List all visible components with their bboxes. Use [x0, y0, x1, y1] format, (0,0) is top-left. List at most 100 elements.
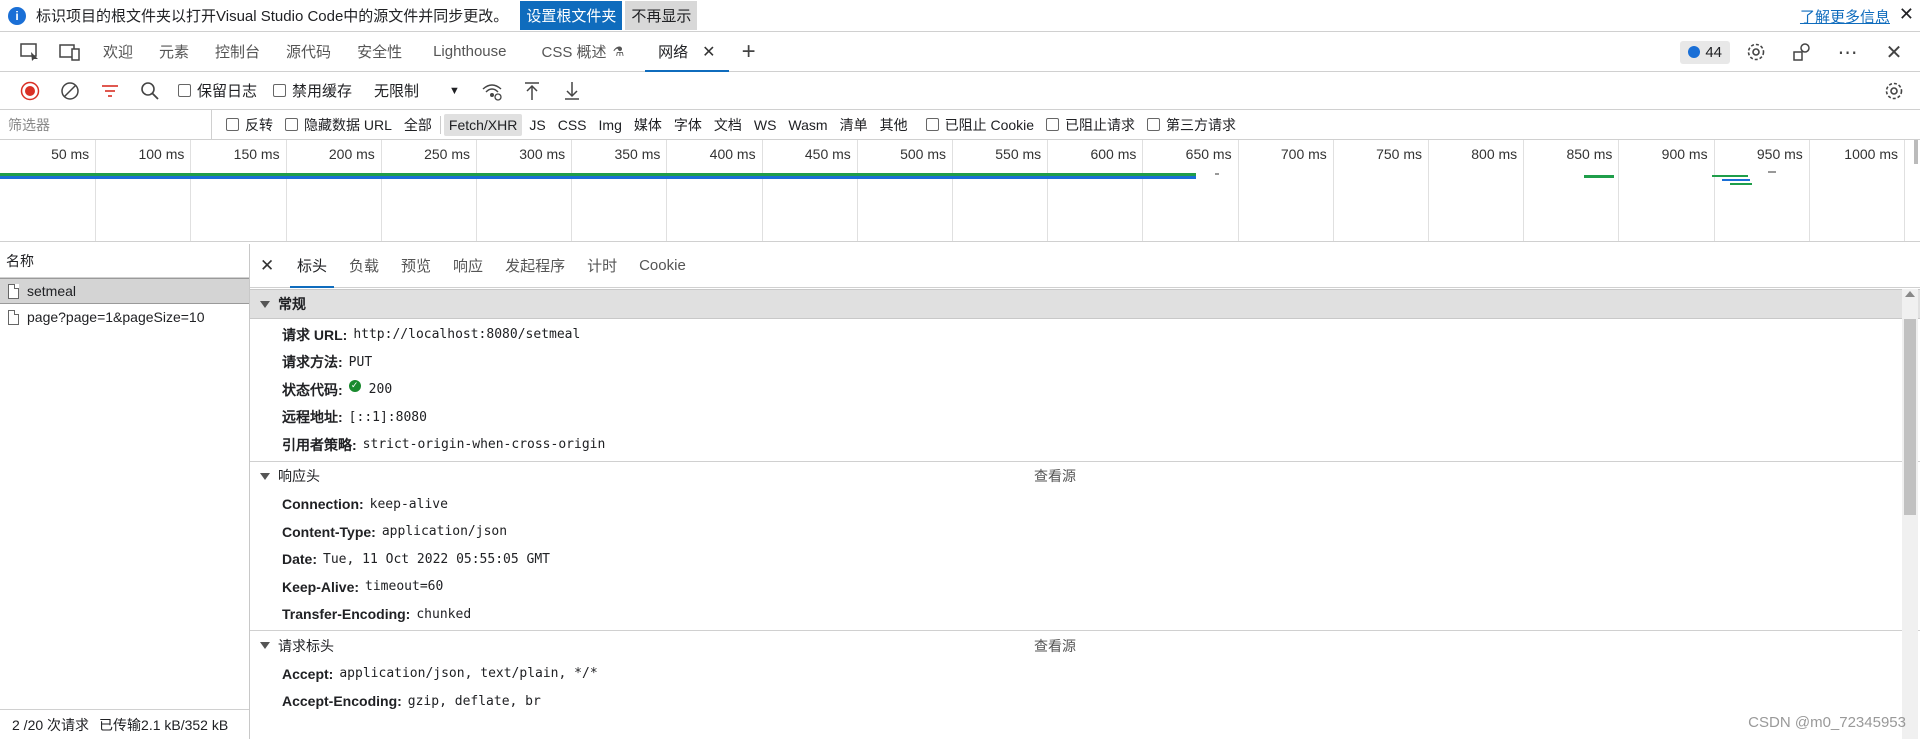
timeline-tick-label: 800 ms — [1471, 146, 1518, 162]
network-main-panel: 名称 setmeal page?page=1&pageSize=10 2 /20… — [0, 244, 1920, 739]
filter-type-wasm[interactable]: Wasm — [783, 114, 832, 136]
tab-console[interactable]: 控制台 — [202, 32, 273, 72]
timeline-tick-label: 50 ms — [51, 146, 90, 162]
filter-type-css[interactable]: CSS — [553, 114, 592, 136]
blocked-requests-box[interactable] — [1046, 118, 1060, 131]
third-party-checkbox[interactable]: 第三方请求 — [1147, 115, 1236, 135]
disable-cache-checkbox[interactable]: 禁用缓存 — [273, 80, 352, 101]
search-icon[interactable] — [130, 72, 170, 110]
header-row: Accept: application/json, text/plain, */… — [250, 660, 1920, 688]
customize-icon[interactable] — [1782, 32, 1822, 72]
preserve-log-checkbox[interactable]: 保留日志 — [178, 80, 257, 101]
devtools-tab-bar: 欢迎 元素 控制台 源代码 安全性 Lighthouse CSS 概述 ⚗ 网络… — [0, 32, 1920, 72]
network-timeline-overview[interactable]: 50 ms 100 ms 150 ms 200 ms 250 ms 300 ms 350 m… — [0, 140, 1920, 242]
close-infobar-icon[interactable]: ✕ — [1899, 4, 1914, 25]
tab-lighthouse[interactable]: Lighthouse — [415, 32, 528, 72]
blocked-cookies-checkbox[interactable]: 已阻止 Cookie — [925, 115, 1034, 135]
header-key: 远程地址: — [282, 409, 343, 426]
tab-sources[interactable]: 源代码 — [273, 32, 344, 72]
clear-icon[interactable] — [50, 72, 90, 110]
filter-separator — [439, 115, 441, 134]
network-conditions-icon[interactable] — [472, 72, 512, 110]
filter-type-doc[interactable]: 文档 — [709, 112, 747, 138]
set-root-folder-button[interactable]: 设置根文件夹 — [520, 1, 623, 30]
invert-checkbox[interactable]: 反转 — [226, 115, 273, 135]
tab-payload[interactable]: 负载 — [338, 244, 390, 288]
filter-input[interactable]: 筛选器 — [0, 109, 212, 140]
hide-data-urls-checkbox[interactable]: 隐藏数据 URL — [285, 115, 392, 135]
tab-cookies[interactable]: Cookie — [628, 244, 697, 288]
timeline-tick-label: 500 ms — [900, 146, 946, 162]
settings-icon[interactable] — [1736, 32, 1776, 72]
filter-type-manifest[interactable]: 清单 — [835, 112, 873, 138]
request-headers-section-header[interactable]: 请求标头 查看源 — [250, 630, 1920, 660]
preserve-log-box[interactable] — [178, 84, 191, 97]
learn-more-link[interactable]: 了解更多信息 — [1800, 6, 1890, 27]
response-headers-section-header[interactable]: 响应头 查看源 — [250, 460, 1920, 491]
record-icon[interactable] — [10, 72, 50, 110]
network-settings-icon[interactable] — [1874, 72, 1914, 110]
filter-type-all[interactable]: 全部 — [399, 112, 437, 138]
request-row[interactable]: setmeal — [0, 278, 249, 304]
filter-type-font[interactable]: 字体 — [669, 112, 707, 138]
filter-type-ws[interactable]: WS — [749, 114, 782, 136]
details-scrollbar[interactable] — [1902, 289, 1918, 739]
filter-type-img[interactable]: Img — [594, 114, 627, 136]
more-options-icon[interactable]: ⋯ — [1828, 32, 1868, 72]
view-source-link[interactable]: 查看源 — [1034, 636, 1076, 656]
tab-response[interactable]: 响应 — [442, 244, 494, 288]
add-tab-icon[interactable]: + — [729, 32, 769, 72]
third-party-box[interactable] — [1147, 118, 1161, 131]
blocked-cookies-box[interactable] — [925, 118, 939, 131]
header-row: 请求方法: PUT — [250, 349, 1920, 377]
tab-css-overview[interactable]: CSS 概述 ⚗ — [528, 32, 637, 72]
scrollbar-thumb[interactable] — [1904, 319, 1916, 515]
timeline-tick-label: 250 ms — [424, 146, 470, 162]
blocked-requests-checkbox[interactable]: 已阻止请求 — [1046, 115, 1135, 135]
general-section-header[interactable]: 常规 — [250, 289, 1920, 319]
filter-bar: 筛选器 反转 隐藏数据 URL 全部 Fetch/XHR JS CSS Img … — [0, 109, 1920, 140]
scroll-up-icon[interactable] — [1905, 291, 1915, 297]
issues-counter[interactable]: 44 — [1680, 40, 1730, 64]
header-value: keep-alive — [369, 496, 448, 512]
timeline-gridline — [666, 140, 668, 241]
filter-type-other[interactable]: 其他 — [875, 112, 913, 138]
request-row[interactable]: page?page=1&pageSize=10 — [0, 304, 249, 330]
view-source-link[interactable]: 查看源 — [1034, 466, 1076, 486]
filter-type-media[interactable]: 媒体 — [629, 112, 667, 138]
filter-type-fetch-xhr[interactable]: Fetch/XHR — [443, 113, 523, 136]
timeline-scroll-handle[interactable] — [1914, 140, 1918, 164]
hide-data-urls-box[interactable] — [285, 118, 298, 131]
timeline-gridline — [1332, 140, 1334, 241]
dont-show-again-button[interactable]: 不再显示 — [625, 1, 698, 30]
filter-type-js[interactable]: JS — [524, 114, 550, 136]
close-devtools-icon[interactable]: ✕ — [1874, 32, 1914, 72]
tab-network[interactable]: 网络 ✕ — [645, 32, 730, 72]
import-har-icon[interactable] — [512, 72, 552, 110]
tab-welcome[interactable]: 欢迎 — [90, 32, 146, 72]
close-tab-icon[interactable]: ✕ — [702, 42, 715, 62]
timeline-gridline — [1047, 140, 1049, 241]
device-emulation-icon[interactable] — [50, 32, 90, 72]
header-row: Content-Type: application/json — [250, 518, 1920, 546]
disable-cache-box[interactable] — [273, 84, 287, 97]
inspect-element-icon[interactable] — [10, 32, 50, 72]
throttling-value: 无限制 — [374, 83, 420, 100]
tab-preview[interactable]: 预览 — [390, 244, 442, 288]
tab-security[interactable]: 安全性 — [344, 32, 415, 72]
close-details-icon[interactable]: ✕ — [260, 256, 286, 276]
export-har-icon[interactable] — [552, 72, 592, 110]
header-value: application/json, text/plain, */* — [339, 666, 598, 682]
tab-initiator[interactable]: 发起程序 — [494, 244, 576, 288]
tab-timing[interactable]: 计时 — [576, 244, 628, 288]
chevron-down-icon: ▼ — [449, 84, 460, 97]
name-column-header[interactable]: 名称 — [0, 244, 249, 278]
filter-icon[interactable] — [90, 72, 130, 110]
tab-elements[interactable]: 元素 — [146, 32, 202, 72]
throttling-select[interactable]: 无限制 ▼ — [368, 78, 466, 103]
tab-headers[interactable]: 标头 — [286, 244, 338, 288]
invert-box[interactable] — [226, 118, 239, 131]
timeline-tick-label: 1000 ms — [1844, 146, 1898, 162]
timeline-bar-small-3 — [1712, 175, 1748, 177]
timeline-tick-label: 350 ms — [614, 146, 661, 162]
